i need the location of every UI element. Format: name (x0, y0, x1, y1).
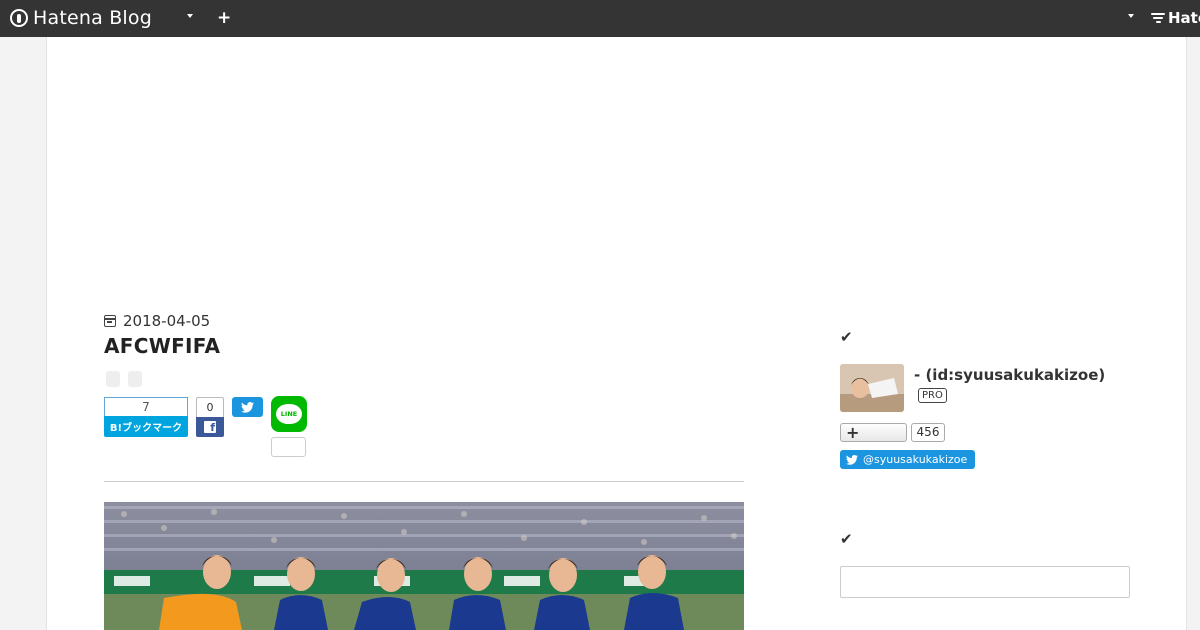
line-icon: LINE (276, 404, 302, 424)
article-divider (104, 481, 744, 482)
article-photo[interactable] (104, 502, 744, 630)
twitter-share-button[interactable] (232, 397, 263, 417)
twitter-follow-button[interactable]: @syuusakukakizoe (840, 450, 975, 469)
facebook-share-count: 0 (196, 397, 224, 417)
hatena-top-link[interactable]: Hatena (1151, 9, 1200, 27)
top-navbar: Hatena Blog + Hatena (0, 0, 1200, 37)
twitter-handle: @syuusakukakizoe (863, 453, 968, 466)
blog-search-input[interactable] (840, 566, 1130, 598)
line-share-count (271, 437, 306, 457)
sidebar-profile-check-icon: ✔ (840, 328, 853, 346)
entry-date-text: 2018-04-05 (123, 312, 211, 330)
reader-count: 456 (911, 423, 945, 442)
twitter-bird-icon (846, 454, 858, 465)
avatar-image (840, 364, 904, 412)
profile-name[interactable]: - (id:syuusakukakizoe) (914, 366, 1105, 384)
pro-badge: PRO (918, 388, 947, 403)
calendar-icon (104, 315, 116, 327)
blog-menu-dropdown-icon[interactable] (187, 14, 193, 18)
hatena-logo-icon (10, 9, 28, 27)
account-menu-dropdown-icon[interactable] (1128, 14, 1134, 18)
hatena-bookmark-label[interactable]: B!ブックマーク (104, 416, 188, 437)
reader-follow-button[interactable]: + (840, 423, 907, 442)
facebook-share-action[interactable]: f (196, 417, 224, 437)
sidebar-search-check-icon: ✔ (840, 530, 853, 548)
page-content: 2018-04-05 AFCWFIFA 7 B!ブックマーク 0 f LINE (46, 37, 1187, 630)
facebook-icon: f (204, 421, 216, 434)
entry-date[interactable]: 2018-04-05 (104, 312, 210, 330)
entry-title[interactable]: AFCWFIFA (104, 334, 220, 358)
advertisement-area (104, 47, 744, 297)
brand-text: Hatena Blog (33, 7, 152, 29)
hatena-bookmark-count[interactable]: 7 (104, 397, 188, 416)
category-tag[interactable] (106, 371, 120, 387)
twitter-bird-icon (241, 401, 254, 413)
team-photo-image (104, 502, 744, 630)
hatena-bookmark-button[interactable]: 7 B!ブックマーク (104, 397, 188, 437)
new-post-plus-icon[interactable]: + (217, 9, 231, 27)
line-label: LINE (280, 410, 298, 418)
line-share-button[interactable]: LINE (271, 396, 307, 432)
plus-icon: + (846, 423, 860, 442)
profile-avatar[interactable] (840, 364, 904, 412)
facebook-share-button[interactable]: 0 f (196, 397, 224, 437)
category-tag[interactable] (128, 371, 142, 387)
hatena-brand-icon (1151, 13, 1165, 23)
hatena-blog-logo[interactable]: Hatena Blog (10, 6, 152, 30)
hatena-right-text: Hatena (1168, 9, 1200, 27)
